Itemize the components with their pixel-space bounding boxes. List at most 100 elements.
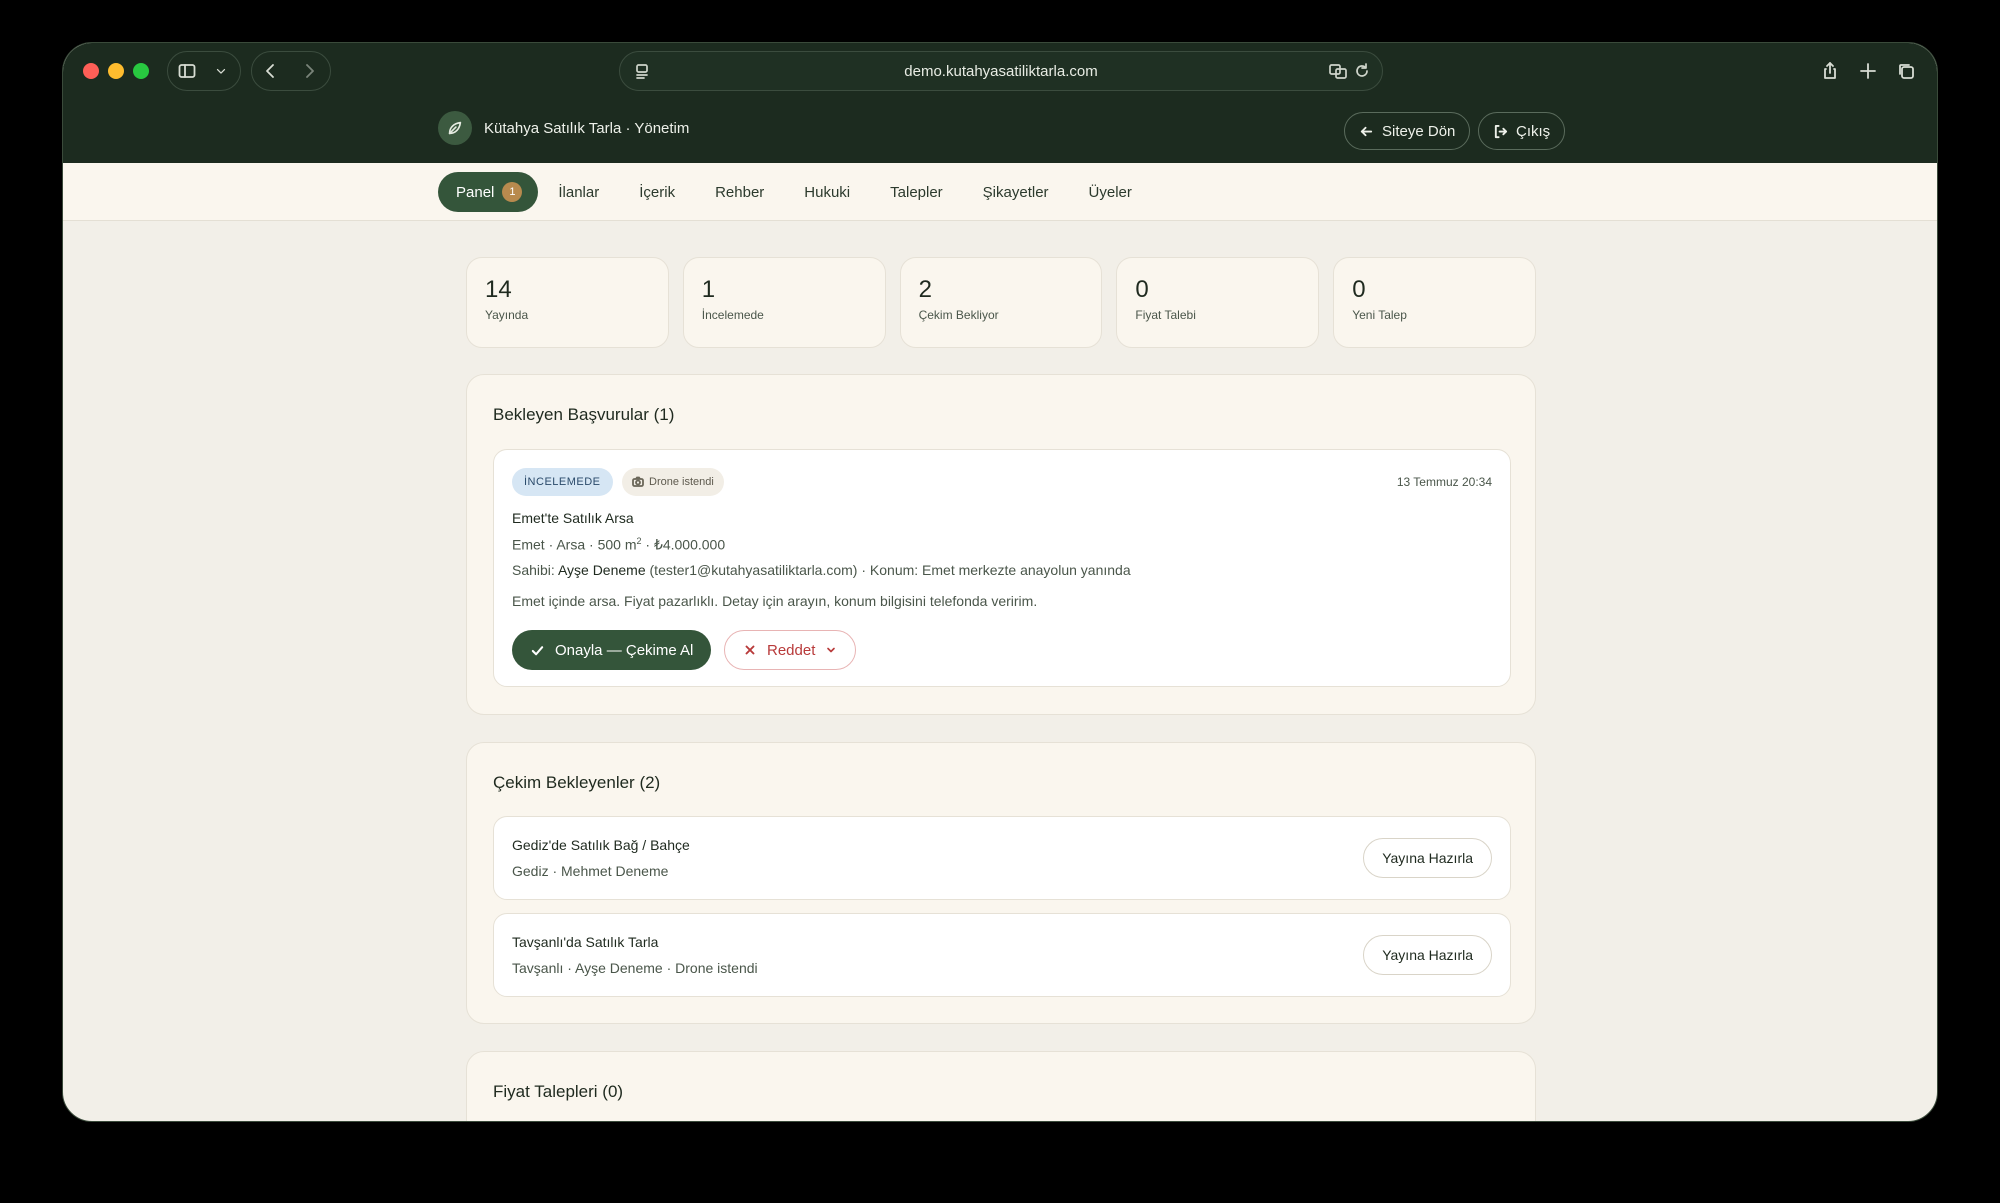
stat-card: 2 Çekim Bekliyor: [899, 257, 1103, 348]
list-item: Gediz'de Satılık Bağ / Bahçe Gediz · Meh…: [493, 816, 1511, 900]
tab-label: Talepler: [890, 183, 943, 201]
stat-label: Fiyat Talebi: [1135, 308, 1196, 322]
application-description: Emet içinde arsa. Fiyat pazarlıklı. Deta…: [512, 593, 1038, 609]
status-badge: İNCELEMEDE: [512, 468, 613, 496]
tab-label: Panel: [456, 183, 495, 201]
stat-card: 0 Yeni Talep: [1333, 257, 1536, 348]
application-item: İNCELEMEDE Drone istendi 13 Temmuz 20:34…: [493, 449, 1511, 687]
item-subtitle: Tavşanlı · Ayşe Deneme · Drone istendi: [512, 960, 758, 976]
card-title: Bekleyen Başvurular (1): [493, 405, 675, 424]
prepare-publish-button[interactable]: Yayına Hazırla: [1363, 838, 1492, 878]
tab-badge: 1: [502, 182, 523, 202]
close-icon: [745, 645, 755, 655]
application-title: Emet'te Satılık Arsa: [512, 510, 634, 526]
brand[interactable]: Kütahya Satılık Tarla · Yönetim: [438, 111, 689, 145]
details-price: · ₺4.000.000: [641, 536, 726, 553]
tab-rehber[interactable]: Rehber: [695, 172, 784, 212]
stat-value: 1: [701, 276, 716, 303]
arrow-left-icon: [1360, 126, 1373, 136]
chevron-down-icon[interactable]: [206, 52, 236, 90]
browser-window: demo.kutahyasatiliktarla.com Kütahya Sat…: [62, 42, 1938, 1122]
tab-label: İlanlar: [558, 183, 600, 201]
tab-icerik[interactable]: İçerik: [619, 172, 695, 212]
logout-icon: [1494, 124, 1508, 138]
site-header: Kütahya Satılık Tarla · Yönetim Siteye D…: [63, 99, 1937, 163]
brand-title: Kütahya Satılık Tarla · Yönetim: [484, 119, 690, 137]
application-owner: Sahibi: Ayşe Deneme (tester1@kutahyasati…: [512, 562, 1131, 578]
owner-label: Sahibi:: [512, 562, 558, 578]
stat-label: İncelemede: [701, 308, 764, 322]
page-settings-icon[interactable]: [632, 61, 652, 85]
pending-applications-card: Bekleyen Başvurular (1) İNCELEMEDE Drone…: [466, 374, 1536, 715]
details-text: Emet · Arsa · 500 m: [512, 536, 637, 553]
stat-label: Çekim Bekliyor: [918, 308, 999, 322]
tab-label: Şikayetler: [982, 183, 1049, 201]
awaiting-shoot-card: Çekim Bekleyenler (2) Gediz'de Satılık B…: [466, 742, 1536, 1024]
leaf-icon: [438, 111, 472, 145]
tab-hukuki[interactable]: Hukuki: [784, 172, 870, 212]
sidebar-toggle-group: [167, 51, 241, 91]
stat-label: Yeni Talep: [1352, 308, 1407, 322]
price-requests-card: Fiyat Talepleri (0): [466, 1051, 1536, 1121]
stat-value: 14: [485, 276, 512, 303]
stat-card: 0 Fiyat Talebi: [1116, 257, 1320, 348]
reject-label: Reddet: [767, 641, 816, 659]
approve-button[interactable]: Onayla — Çekime Al: [512, 630, 712, 670]
drone-badge-label: Drone istendi: [649, 476, 714, 488]
approve-label: Onayla — Çekime Al: [555, 641, 694, 659]
history-nav-group: [251, 51, 331, 91]
drone-badge: Drone istendi: [622, 468, 724, 496]
minimize-window-button[interactable]: [108, 63, 124, 79]
card-title: Fiyat Talepleri (0): [493, 1082, 624, 1101]
tab-label: Rehber: [715, 183, 765, 201]
admin-nav: Panel 1 İlanlar İçerik Rehber Hukuki Tal…: [63, 163, 1937, 221]
tab-sikayetler[interactable]: Şikayetler: [963, 172, 1069, 212]
stat-card: 1 İncelemede: [682, 257, 886, 348]
window-actions-group: [1811, 51, 1929, 91]
maximize-window-button[interactable]: [133, 63, 149, 79]
tab-label: Hukuki: [804, 183, 851, 201]
owner-contact: (tester1@kutahyasatiliktarla.com) · Konu…: [645, 562, 1131, 578]
owner-name: Ayşe Deneme: [557, 562, 646, 578]
card-title: Çekim Bekleyenler (2): [493, 773, 661, 792]
sidebar-icon[interactable]: [168, 52, 206, 90]
back-to-site-label: Siteye Dön: [1382, 122, 1456, 140]
stat-card: 14 Yayında: [466, 257, 669, 348]
application-details: Emet · Arsa · 500 m2 · ₺4.000.000: [512, 536, 725, 554]
item-subtitle: Gediz · Mehmet Deneme: [512, 863, 669, 879]
logout-label: Çıkış: [1516, 122, 1551, 140]
address-bar[interactable]: demo.kutahyasatiliktarla.com: [619, 51, 1383, 91]
back-icon[interactable]: [252, 52, 290, 90]
translate-icon[interactable]: [1328, 61, 1348, 85]
reject-button[interactable]: Reddet: [724, 630, 857, 670]
chevron-down-icon: [827, 647, 836, 653]
tab-talepler[interactable]: Talepler: [870, 172, 963, 212]
stat-label: Yayında: [485, 308, 529, 322]
stats-row: 14 Yayında 1 İncelemede 2 Çekim Bekliyor…: [466, 257, 1536, 348]
back-to-site-button[interactable]: Siteye Dön: [1344, 112, 1471, 150]
close-window-button[interactable]: [83, 63, 99, 79]
tab-overview-icon[interactable]: [1887, 52, 1925, 90]
logout-button[interactable]: Çıkış: [1478, 112, 1566, 150]
tab-label: İçerik: [639, 183, 676, 201]
forward-icon[interactable]: [290, 52, 328, 90]
list-item: Tavşanlı'da Satılık Tarla Tavşanlı · Ayş…: [493, 913, 1511, 997]
stat-value: 2: [918, 276, 932, 303]
url-text: demo.kutahyasatiliktarla.com: [904, 62, 1098, 80]
tab-panel[interactable]: Panel 1: [438, 172, 539, 212]
browser-toolbar: demo.kutahyasatiliktarla.com: [63, 43, 1937, 99]
reload-icon[interactable]: [1352, 61, 1372, 85]
tab-uyeler[interactable]: Üyeler: [1069, 172, 1152, 212]
new-tab-icon[interactable]: [1849, 52, 1887, 90]
item-title: Tavşanlı'da Satılık Tarla: [512, 934, 659, 950]
tab-ilanlar[interactable]: İlanlar: [538, 172, 619, 212]
camera-icon: [632, 476, 644, 487]
item-title: Gediz'de Satılık Bağ / Bahçe: [512, 837, 690, 853]
main-content: 14 Yayında 1 İncelemede 2 Çekim Bekliyor…: [466, 257, 1536, 1121]
check-icon: [531, 645, 544, 655]
prepare-publish-button[interactable]: Yayına Hazırla: [1363, 935, 1492, 975]
share-icon[interactable]: [1811, 52, 1849, 90]
stat-value: 0: [1135, 276, 1149, 303]
application-date: 13 Temmuz 20:34: [1396, 475, 1492, 489]
stat-value: 0: [1352, 276, 1366, 303]
